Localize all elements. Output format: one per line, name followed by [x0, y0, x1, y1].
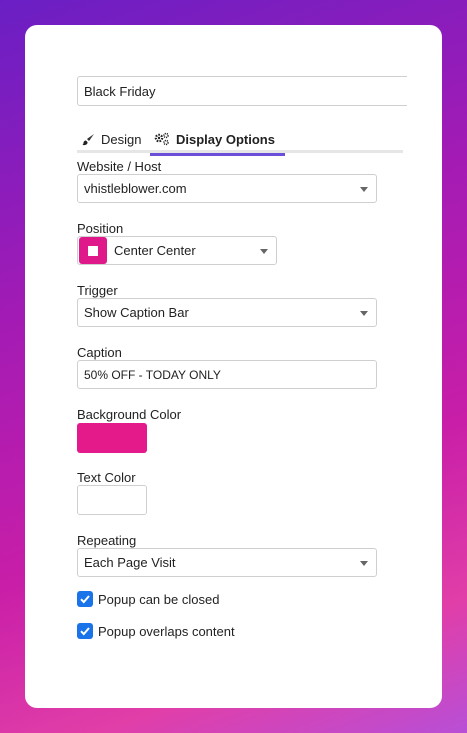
tab-bar: Design Display Options: [77, 125, 403, 156]
text-color-label: Text Color: [77, 470, 136, 485]
gears-icon: [154, 132, 169, 146]
tab-display-options[interactable]: Display Options: [150, 125, 285, 156]
checkmark-icon: [80, 627, 90, 636]
settings-card: Design Display Options Website / Host vh…: [25, 25, 442, 708]
popup-closable-label: Popup can be closed: [98, 591, 220, 607]
website-value: vhistleblower.com: [84, 181, 187, 196]
position-select[interactable]: Center Center: [77, 236, 277, 265]
checkmark-icon: [80, 595, 90, 604]
text-color-swatch[interactable]: [77, 485, 147, 515]
background-color-label: Background Color: [77, 407, 182, 422]
repeating-select[interactable]: Each Page Visit: [77, 548, 377, 577]
tab-design-label: Design: [101, 131, 142, 147]
popup-closable-option: Popup can be closed: [77, 591, 219, 607]
popup-overlaps-label: Popup overlaps content: [98, 623, 235, 639]
repeating-value: Each Page Visit: [84, 555, 176, 570]
position-label: Position: [77, 221, 124, 236]
repeating-label: Repeating: [77, 533, 137, 548]
trigger-select[interactable]: Show Caption Bar: [77, 298, 377, 327]
tab-design[interactable]: Design: [82, 125, 141, 153]
trigger-value: Show Caption Bar: [84, 305, 189, 320]
brush-icon: [82, 133, 94, 145]
caption-label: Caption: [77, 345, 122, 360]
chevron-down-icon: [360, 187, 368, 192]
background-color-swatch[interactable]: [77, 423, 147, 453]
popup-overlaps-checkbox[interactable]: [77, 623, 93, 639]
chevron-down-icon: [360, 311, 368, 316]
chevron-down-icon: [260, 249, 268, 254]
website-select[interactable]: vhistleblower.com: [77, 174, 377, 203]
caption-input[interactable]: [77, 360, 377, 389]
chevron-down-icon: [360, 561, 368, 566]
popup-closable-checkbox[interactable]: [77, 591, 93, 607]
tab-display-options-label: Display Options: [176, 131, 275, 147]
popup-overlaps-option: Popup overlaps content: [77, 623, 235, 639]
popup-name-input[interactable]: [77, 76, 407, 106]
position-swatch-icon: [79, 237, 107, 264]
trigger-label: Trigger: [77, 283, 118, 298]
website-label: Website / Host: [77, 159, 162, 174]
position-value: Center Center: [114, 243, 196, 258]
